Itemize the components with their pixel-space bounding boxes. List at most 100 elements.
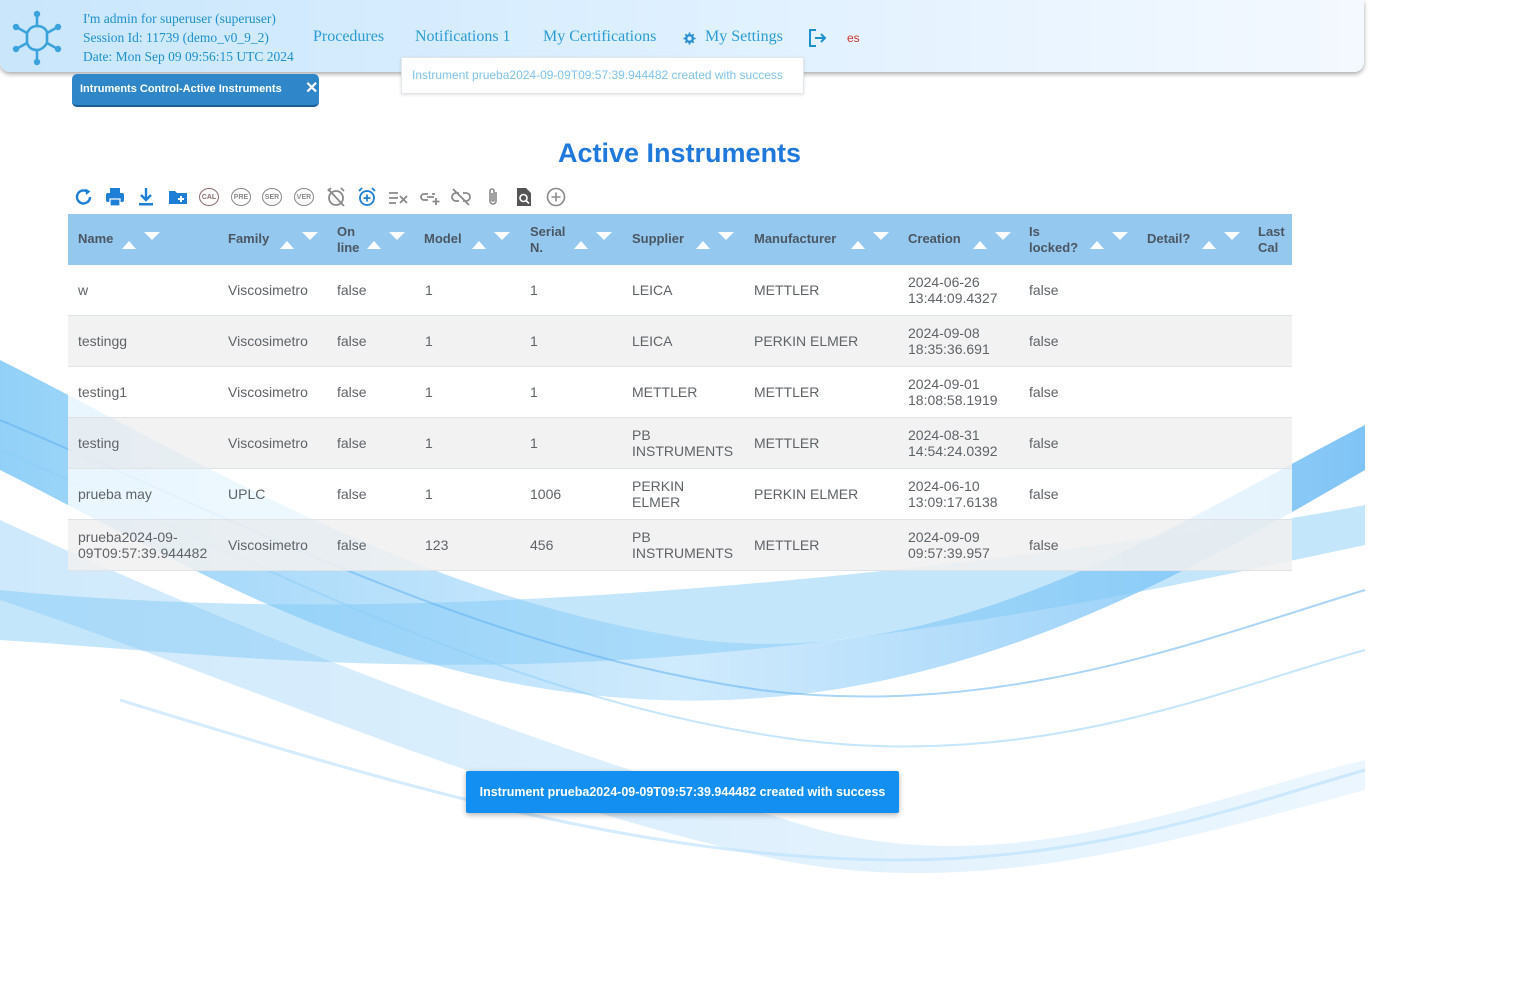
cell-text: testingg — [78, 333, 128, 349]
table-row[interactable]: prueba may UPLC false 1 1006 PERKIN ELMER… — [68, 469, 1292, 520]
tab-label: Intruments Control-Active Instruments — [80, 83, 282, 95]
nav-notifications[interactable]: Notifications 1 — [415, 28, 511, 46]
cell-supplier: PB INSTRUMENTS — [632, 520, 733, 570]
pre-icon[interactable]: PRE — [230, 186, 252, 208]
cell-supplier: PERKIN ELMER — [632, 469, 684, 519]
add-circle-icon[interactable] — [545, 186, 567, 208]
cell-text: LEICA — [632, 333, 673, 349]
nav-my-settings[interactable]: My Settings — [705, 28, 783, 46]
column-label-line: N. — [530, 240, 543, 255]
column-label-line: locked? — [1029, 240, 1079, 255]
cell-online: false — [337, 537, 367, 553]
column-label: Creation — [908, 231, 961, 246]
pre-icon-text: PRE — [231, 188, 251, 206]
app-logo-icon — [12, 10, 62, 66]
cell-creation: 2024-09-08 18:35:36.691 — [908, 316, 990, 366]
column-label: Manufacturer — [754, 231, 837, 246]
add-link-icon[interactable] — [419, 186, 441, 208]
ver-icon[interactable]: VER — [293, 186, 315, 208]
sort-arrows-icon[interactable] — [572, 230, 612, 250]
sort-arrows-icon[interactable] — [365, 230, 405, 250]
cell-text: prueba2024-09- — [78, 529, 178, 545]
instruments-table: Name Family On line Model Serial N. Suppli… — [68, 214, 1292, 571]
cell-serial: 1 — [530, 384, 538, 400]
nav-my-certifications[interactable]: My Certifications — [543, 28, 656, 46]
table-row[interactable]: prueba2024-09- 09T09:57:39.944482 Viscosi… — [68, 520, 1292, 571]
tab-close-icon[interactable]: ✕ — [305, 78, 318, 98]
cell-text: testing — [78, 435, 120, 451]
cell-supplier: LEICA — [632, 316, 672, 366]
cell-family: Viscosimetro — [228, 435, 308, 451]
nav-procedures[interactable]: Procedures — [313, 28, 384, 46]
cell-text: testing1 — [78, 384, 128, 400]
cell-serial: 1006 — [530, 486, 562, 502]
notification-message[interactable]: Instrument prueba2024-09-09T09:57:39.944… — [412, 68, 783, 82]
cell-text: 09T09:57:39.944482 — [78, 545, 208, 561]
cell-manufacturer: PERKIN ELMER — [754, 486, 859, 502]
table-row[interactable]: testing Viscosimetro false 1 1 PB INSTRUM… — [68, 418, 1292, 469]
cell-text: ELMER — [632, 494, 681, 510]
success-toast[interactable]: Instrument prueba2024-09-09T09:57:39.944… — [466, 771, 899, 813]
cell-serial: 456 — [530, 537, 554, 553]
column-label-line: Serial — [530, 224, 566, 239]
table-row[interactable]: testing1 Viscosimetro false 1 1 METTLER … — [68, 367, 1292, 418]
user-line: I'm admin for superuser (superuser) — [83, 11, 276, 26]
cal-icon-text: CAL — [199, 188, 219, 206]
cell-text: METTLER — [632, 384, 698, 400]
column-label: Detail? — [1147, 231, 1191, 246]
sort-arrows-icon[interactable] — [278, 230, 318, 250]
cell-manufacturer: METTLER — [754, 537, 820, 553]
cell-name: testing1 — [78, 367, 127, 417]
attachment-icon[interactable] — [482, 186, 504, 208]
cell-text: 09:57:39.957 — [908, 545, 990, 561]
tab-active-instruments[interactable]: Intruments Control-Active Instruments ✕ — [72, 74, 319, 107]
sort-arrows-icon[interactable] — [971, 230, 1011, 250]
alarm-off-icon[interactable] — [325, 186, 347, 208]
cell-family: Viscosimetro — [228, 282, 308, 298]
cell-creation: 2024-09-01 18:08:58.1919 — [908, 367, 998, 417]
unlink-icon[interactable] — [450, 186, 472, 208]
cell-text: 2024-08-31 — [908, 427, 980, 443]
download-icon[interactable] — [135, 186, 157, 208]
alarm-add-icon[interactable] — [356, 186, 378, 208]
sort-arrows-icon[interactable] — [1088, 230, 1128, 250]
ser-icon[interactable]: SER — [261, 186, 283, 208]
add-folder-icon[interactable] — [167, 186, 189, 208]
logout-icon[interactable] — [808, 28, 828, 48]
sort-arrows-icon[interactable] — [849, 230, 889, 250]
table-row[interactable]: testingg Viscosimetro false 1 1 LEICA PE… — [68, 316, 1292, 367]
print-icon[interactable] — [104, 186, 126, 208]
table-row[interactable]: w Viscosimetro false 1 1 LEICA METTLER 2… — [68, 265, 1292, 316]
search-document-icon[interactable] — [513, 186, 535, 208]
cell-text: 2024-09-08 — [908, 325, 980, 341]
notification-dropdown: Instrument prueba2024-09-09T09:57:39.944… — [401, 57, 804, 94]
cell-locked: false — [1029, 435, 1059, 451]
cell-family: Viscosimetro — [228, 384, 308, 400]
ser-icon-text: SER — [262, 188, 282, 206]
date-line: Date: Mon Sep 09 09:56:15 UTC 2024 — [83, 49, 294, 64]
sort-arrows-icon[interactable] — [1200, 230, 1240, 250]
sort-arrows-icon[interactable] — [120, 230, 160, 250]
language-switch[interactable]: es — [847, 31, 860, 45]
cell-text: INSTRUMENTS — [632, 443, 734, 459]
cell-text: 13:09:17.6138 — [908, 494, 998, 510]
cal-icon[interactable]: CAL — [198, 186, 220, 208]
list-remove-icon[interactable] — [387, 186, 409, 208]
column-label: Family — [228, 231, 270, 246]
cell-manufacturer: METTLER — [754, 282, 820, 298]
cell-model: 1 — [425, 333, 433, 349]
column-label: On line — [337, 224, 359, 256]
cell-online: false — [337, 384, 367, 400]
cell-locked: false — [1029, 282, 1059, 298]
cell-text: 14:54:24.0392 — [908, 443, 998, 459]
column-label-line: On — [337, 224, 356, 239]
cell-supplier: METTLER — [632, 367, 697, 417]
column-label-line: line — [337, 240, 360, 255]
refresh-icon[interactable] — [73, 186, 95, 208]
sort-arrows-icon[interactable] — [694, 230, 734, 250]
cell-family: Viscosimetro — [228, 333, 308, 349]
sort-arrows-icon[interactable] — [470, 230, 510, 250]
cell-model: 1 — [425, 486, 433, 502]
cell-creation: 2024-06-26 13:44:09.4327 — [908, 265, 998, 315]
cell-name: prueba may — [78, 469, 152, 519]
